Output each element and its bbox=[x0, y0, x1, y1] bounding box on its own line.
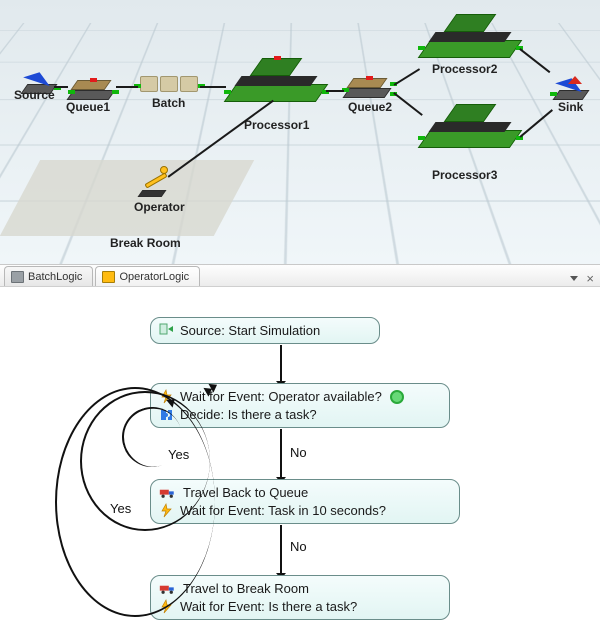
batch-node[interactable] bbox=[138, 66, 204, 100]
flow-label-no1: No bbox=[290, 445, 307, 460]
flow-text: Source: Start Simulation bbox=[180, 323, 320, 338]
link-proc1-queue2 bbox=[326, 90, 344, 92]
flow-text: Travel to Break Room bbox=[183, 581, 309, 596]
sink-label: Sink bbox=[558, 100, 583, 114]
flowchart-canvas[interactable]: Source: Start Simulation Wait for Event:… bbox=[0, 286, 600, 643]
processor3-label: Processor3 bbox=[432, 168, 497, 182]
flow-arrow-1-2 bbox=[280, 345, 282, 381]
processor3-node[interactable] bbox=[418, 100, 526, 164]
tabs-close-button[interactable]: × bbox=[586, 271, 594, 286]
flow-text: Wait for Event: Is there a task? bbox=[180, 599, 357, 614]
truck-icon bbox=[102, 271, 115, 283]
tabs-bar: BatchLogic OperatorLogic × bbox=[0, 264, 600, 286]
flow-text: Decide: Is there a task? bbox=[180, 407, 317, 422]
flow-arrow-3-4 bbox=[280, 525, 282, 573]
link-source-queue1 bbox=[54, 86, 68, 88]
breakroom-floor bbox=[0, 160, 254, 236]
link-queue1-batch bbox=[116, 86, 138, 88]
source-label: Source bbox=[14, 88, 55, 102]
queue2-node[interactable] bbox=[342, 66, 398, 100]
green-dot-icon bbox=[390, 390, 404, 404]
source-icon bbox=[159, 323, 174, 338]
queue2-label: Queue2 bbox=[348, 100, 392, 114]
breakroom-label: Break Room bbox=[110, 236, 181, 250]
flow-node-travel-break[interactable]: Travel to Break Room Wait for Event: Is … bbox=[150, 575, 450, 620]
operator-label: Operator bbox=[134, 200, 185, 214]
tab-label: BatchLogic bbox=[28, 271, 82, 283]
tab-operatorlogic[interactable]: OperatorLogic bbox=[95, 266, 200, 286]
tab-label: OperatorLogic bbox=[119, 271, 189, 283]
flow-node-start[interactable]: Source: Start Simulation bbox=[150, 317, 380, 344]
flow-label-no2: No bbox=[290, 539, 307, 554]
operator-node[interactable] bbox=[138, 168, 182, 202]
queue1-node[interactable] bbox=[66, 68, 120, 102]
tabs-dropdown-icon[interactable] bbox=[570, 276, 578, 281]
flow-arrow-2-3 bbox=[280, 429, 282, 477]
model-3d-view[interactable]: Source Queue1 Batch Processor1 Queue2 bbox=[0, 0, 600, 264]
queue-icon bbox=[11, 271, 24, 283]
tab-batchlogic[interactable]: BatchLogic bbox=[4, 266, 93, 286]
processor2-label: Processor2 bbox=[432, 62, 497, 76]
batch-label: Batch bbox=[152, 96, 185, 110]
flow-arc-back4 bbox=[55, 387, 215, 617]
queue1-label: Queue1 bbox=[66, 100, 110, 114]
processor1-node[interactable] bbox=[224, 54, 332, 118]
link-batch-proc1 bbox=[200, 86, 226, 88]
processor1-label: Processor1 bbox=[244, 118, 309, 132]
